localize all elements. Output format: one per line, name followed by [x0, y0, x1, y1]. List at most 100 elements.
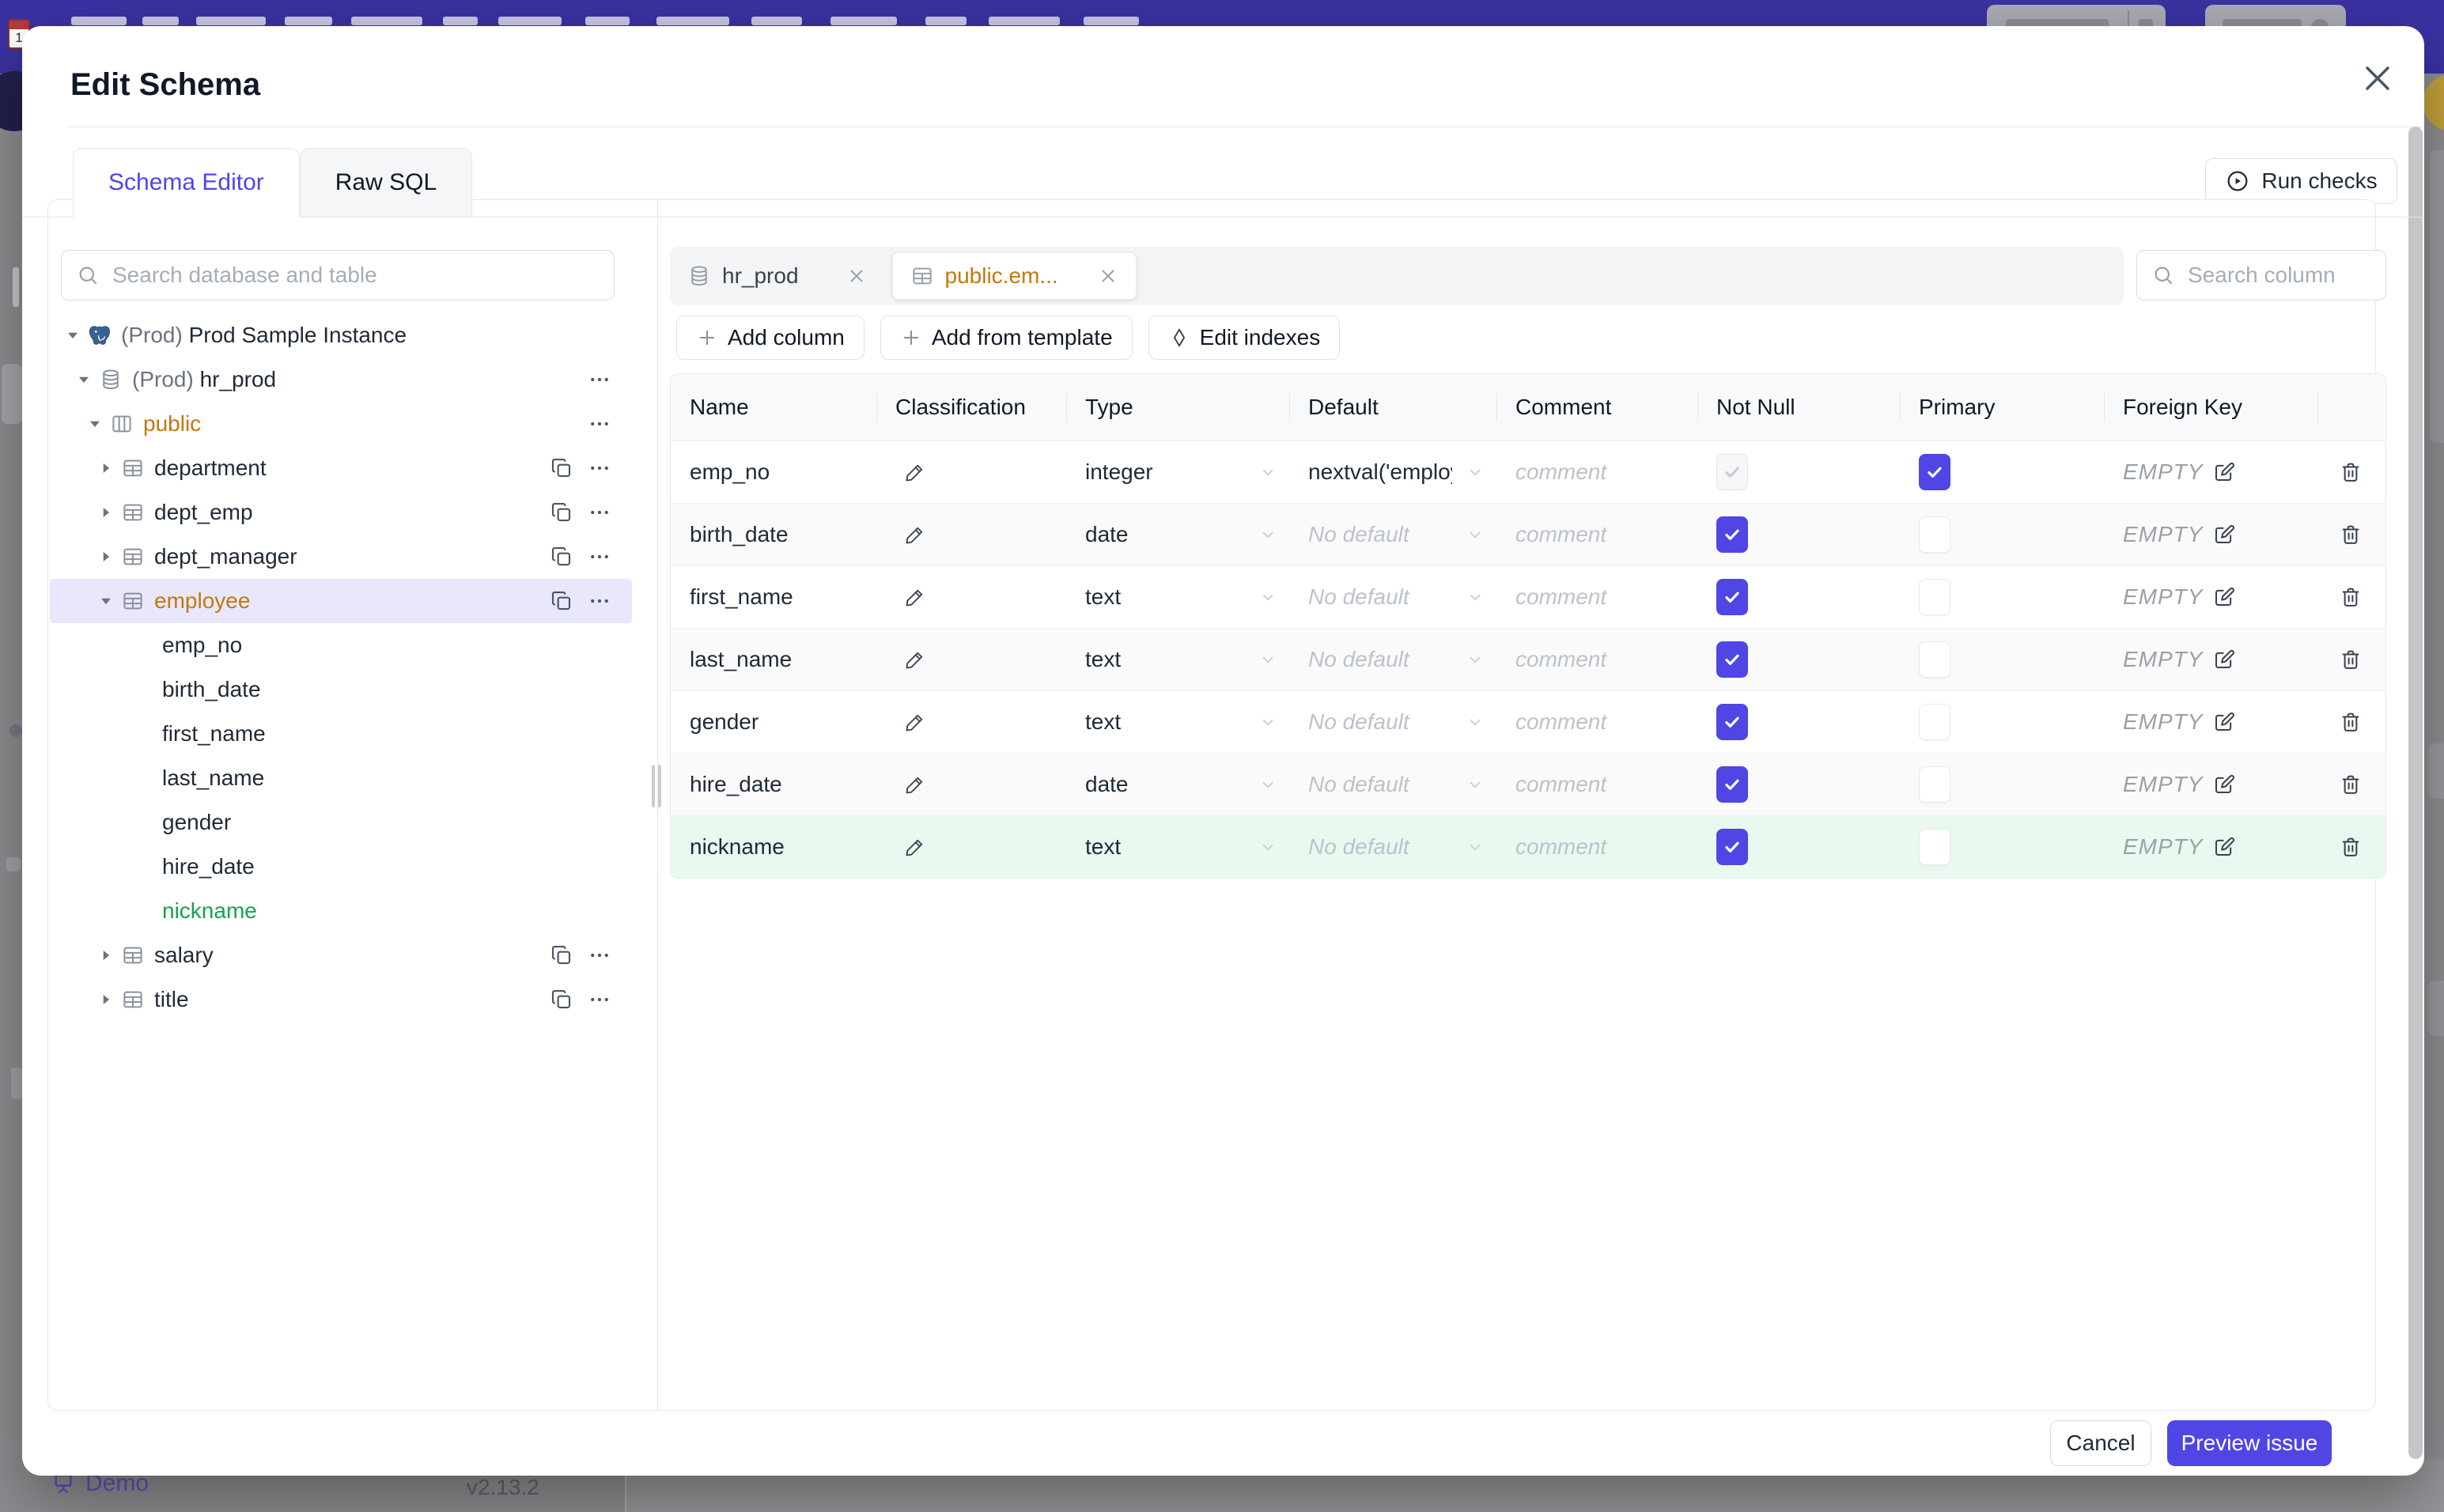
copy-icon[interactable]: [550, 501, 573, 524]
default-select[interactable]: No default: [1289, 754, 1496, 815]
type-select[interactable]: text: [1066, 816, 1289, 878]
caret-right-icon[interactable]: [96, 502, 116, 523]
chip-public-employee[interactable]: public.em...: [891, 252, 1137, 300]
tab-raw-sql[interactable]: Raw SQL: [299, 148, 473, 217]
pencil-icon[interactable]: [903, 585, 927, 609]
caret-down-icon[interactable]: [96, 591, 116, 611]
menu-icon[interactable]: [588, 412, 611, 436]
column-name-cell[interactable]: gender: [671, 691, 876, 753]
copy-icon[interactable]: [550, 589, 573, 613]
tree-item-employee[interactable]: employee: [50, 579, 632, 623]
pencil-icon[interactable]: [903, 523, 927, 546]
caret-right-icon[interactable]: [96, 989, 116, 1010]
column-search[interactable]: [2136, 250, 2386, 301]
column-search-input[interactable]: [2186, 262, 2371, 289]
chip-hr-prod[interactable]: hr_prod: [670, 247, 884, 305]
menu-icon[interactable]: [588, 943, 611, 967]
comment-input[interactable]: comment: [1496, 754, 1697, 815]
tree-item-hire_date[interactable]: hire_date: [50, 845, 632, 889]
not-null-checkbox[interactable]: [1716, 454, 1748, 490]
tree-item-hr_prod[interactable]: (Prod) hr_prod: [50, 357, 632, 402]
edit-icon[interactable]: [2212, 460, 2236, 484]
trash-icon[interactable]: [2339, 460, 2363, 484]
add-from-template-button[interactable]: Add from template: [880, 316, 1133, 360]
column-name-cell[interactable]: hire_date: [671, 754, 876, 815]
comment-input[interactable]: comment: [1496, 504, 1697, 565]
caret-down-icon[interactable]: [74, 369, 94, 390]
run-checks-button[interactable]: Run checks: [2205, 158, 2397, 204]
tree-item-Prod Sample Instance[interactable]: (Prod) Prod Sample Instance: [50, 313, 632, 357]
menu-icon[interactable]: [588, 456, 611, 480]
database-search-input[interactable]: [111, 262, 600, 289]
edit-icon[interactable]: [2212, 648, 2236, 671]
trash-icon[interactable]: [2339, 523, 2363, 546]
not-null-checkbox[interactable]: [1716, 829, 1748, 865]
caret-down-icon[interactable]: [85, 414, 105, 434]
not-null-checkbox[interactable]: [1716, 766, 1748, 803]
column-name-cell[interactable]: emp_no: [671, 441, 876, 503]
edit-icon[interactable]: [2212, 773, 2236, 796]
caret-right-icon[interactable]: [96, 546, 116, 567]
resize-handle[interactable]: [658, 765, 661, 807]
edit-icon[interactable]: [2212, 835, 2236, 859]
tree-item-nickname[interactable]: nickname: [50, 889, 632, 933]
trash-icon[interactable]: [2339, 585, 2363, 609]
edit-indexes-button[interactable]: Edit indexes: [1148, 316, 1341, 360]
comment-input[interactable]: comment: [1496, 816, 1697, 878]
default-select[interactable]: No default: [1289, 691, 1496, 753]
menu-icon[interactable]: [588, 501, 611, 524]
preview-issue-button[interactable]: Preview issue: [2167, 1420, 2332, 1466]
copy-icon[interactable]: [550, 545, 573, 569]
caret-right-icon[interactable]: [96, 458, 116, 478]
close-icon[interactable]: [846, 266, 867, 286]
copy-icon[interactable]: [550, 988, 573, 1011]
type-select[interactable]: text: [1066, 691, 1289, 753]
default-select[interactable]: No default: [1289, 566, 1496, 628]
column-name-cell[interactable]: first_name: [671, 566, 876, 628]
menu-icon[interactable]: [588, 368, 611, 391]
tree-item-dept_emp[interactable]: dept_emp: [50, 490, 632, 535]
edit-icon[interactable]: [2212, 710, 2236, 734]
primary-checkbox[interactable]: [1919, 516, 1950, 553]
not-null-checkbox[interactable]: [1716, 704, 1748, 740]
close-icon[interactable]: [2357, 58, 2398, 99]
default-select[interactable]: No default: [1289, 816, 1496, 878]
type-select[interactable]: integer: [1066, 441, 1289, 503]
type-select[interactable]: text: [1066, 566, 1289, 628]
menu-icon[interactable]: [588, 589, 611, 613]
primary-checkbox[interactable]: [1919, 579, 1950, 615]
comment-input[interactable]: comment: [1496, 441, 1697, 503]
scrollbar-thumb[interactable]: [2408, 127, 2423, 1459]
tree-item-first_name[interactable]: first_name: [50, 712, 632, 756]
copy-icon[interactable]: [550, 456, 573, 480]
column-name-cell[interactable]: last_name: [671, 629, 876, 690]
trash-icon[interactable]: [2339, 773, 2363, 796]
primary-checkbox[interactable]: [1919, 829, 1950, 865]
caret-down-icon[interactable]: [62, 325, 83, 346]
pencil-icon[interactable]: [903, 835, 927, 859]
tree-item-title[interactable]: title: [50, 977, 632, 1022]
default-select[interactable]: nextval('employ: [1289, 441, 1496, 503]
not-null-checkbox[interactable]: [1716, 641, 1748, 678]
cancel-button[interactable]: Cancel: [2050, 1420, 2151, 1466]
not-null-checkbox[interactable]: [1716, 579, 1748, 615]
pencil-icon[interactable]: [903, 648, 927, 671]
tree-item-last_name[interactable]: last_name: [50, 756, 632, 800]
trash-icon[interactable]: [2339, 648, 2363, 671]
default-select[interactable]: No default: [1289, 629, 1496, 690]
comment-input[interactable]: comment: [1496, 691, 1697, 753]
tree-item-department[interactable]: department: [50, 446, 632, 490]
tree-item-birth_date[interactable]: birth_date: [50, 667, 632, 712]
tree-item-dept_manager[interactable]: dept_manager: [50, 535, 632, 579]
comment-input[interactable]: comment: [1496, 629, 1697, 690]
tree-item-gender[interactable]: gender: [50, 800, 632, 845]
trash-icon[interactable]: [2339, 835, 2363, 859]
primary-checkbox[interactable]: [1919, 766, 1950, 803]
pencil-icon[interactable]: [903, 460, 927, 484]
default-select[interactable]: No default: [1289, 504, 1496, 565]
pencil-icon[interactable]: [903, 710, 927, 734]
tab-schema-editor[interactable]: Schema Editor: [73, 148, 300, 217]
column-name-cell[interactable]: birth_date: [671, 504, 876, 565]
caret-right-icon[interactable]: [96, 945, 116, 966]
menu-icon[interactable]: [588, 545, 611, 569]
